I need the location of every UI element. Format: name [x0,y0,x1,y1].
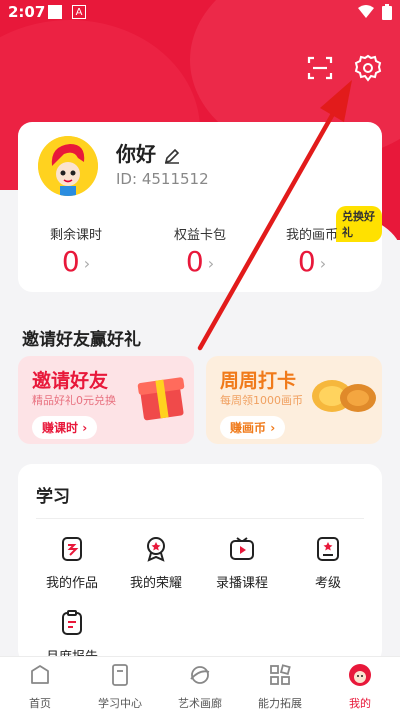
tab-label: 学习中心 [98,697,142,710]
tab-mine[interactable]: 我的 [320,663,400,711]
tab-art-gallery[interactable]: 艺术画廊 [160,663,240,711]
home-icon [31,665,49,684]
bottom-tab-bar: 首页 学习中心 艺术画廊 能力拓展 我的 [0,656,400,711]
tab-label: 能力拓展 [258,697,302,710]
tab-label: 首页 [29,697,51,710]
tab-label: 艺术画廊 [178,697,222,710]
annotation-arrow [197,80,352,351]
tab-label: 我的 [349,697,371,710]
mascot-icon [349,664,371,686]
tab-ability-extension[interactable]: 能力拓展 [240,663,320,711]
gallery-icon [190,666,210,684]
grid-icon [270,664,291,685]
tab-study-center[interactable]: 学习中心 [80,663,160,711]
study-icon [112,664,128,686]
tab-home[interactable]: 首页 [0,663,80,711]
